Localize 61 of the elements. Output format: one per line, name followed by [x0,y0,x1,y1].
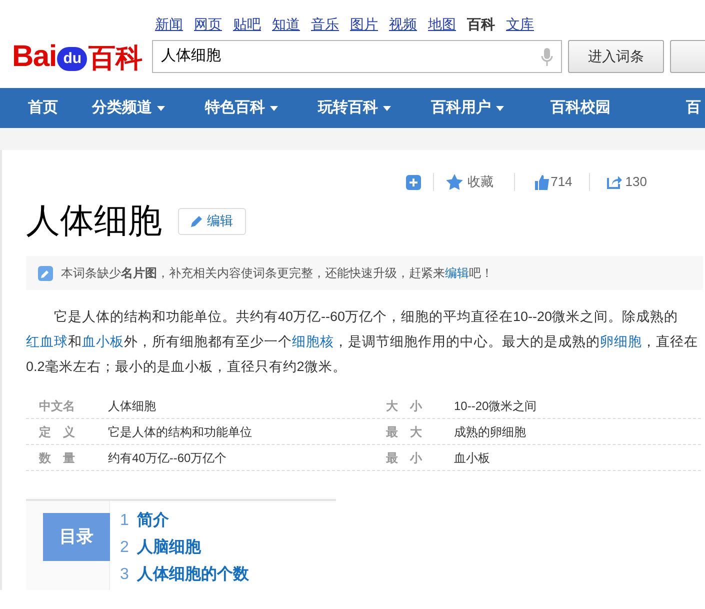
pencil-icon [38,266,53,280]
info-label: 中文名 [38,398,76,414]
top-nav-link[interactable]: 贴吧 [233,14,261,40]
top-nav-link[interactable]: 文库 [506,14,534,40]
edit-button[interactable]: 编辑 [178,208,246,234]
top-nav-link[interactable]: 网页 [194,14,222,40]
info-value: 10--20微米之间 [454,398,537,414]
toc-heading: 目录 [43,513,110,561]
logo-badge: du [57,47,88,71]
plus-icon[interactable] [406,174,421,190]
info-value: 人体细胞 [108,398,157,414]
share-count[interactable]: 130 [625,172,647,192]
article-link[interactable]: 卵细胞 [600,334,642,349]
like-count[interactable]: 714 [550,172,572,192]
toc-number: 2 [120,538,129,558]
nav-item[interactable]: 百 [686,96,701,120]
article-link[interactable]: 红血球 [26,334,68,349]
nav-item[interactable]: 首页 [28,96,58,120]
article-link[interactable]: 细胞核 [292,334,334,349]
nav-item[interactable]: 分类频道 [92,96,152,120]
article-paragraph: 它是人体的结构和功能单位。共约有40万亿--60万亿个，细胞的平均直径在10--20微米之间。除成熟的 红血球和血小板外，所有细胞都有至少一个细胞核，是调节细胞作用的中心。最大的是成熟的卵细胞，直径在0.2毫米左右；最小的是血小板，直径只有约2微米。 [26,308,699,376]
logo-text: Bai [12,42,56,72]
search-button[interactable] [670,40,705,73]
notice-text: 本词条缺少名片图，补充相关内容使词条更完整，还能快速升级，赶紧来编辑吧！ [61,265,493,282]
top-nav-link[interactable]: 图片 [350,14,378,40]
share-icon[interactable] [607,175,622,189]
top-nav-link[interactable]: 视频 [389,14,417,40]
search-button[interactable]: 进入词条 [568,40,664,73]
info-value: 约有40万亿--60万亿个 [108,450,228,466]
thumbs-up-icon[interactable] [534,174,550,190]
star-icon[interactable] [446,174,463,190]
info-value: 成熟的卵细胞 [454,424,526,440]
microphone-icon[interactable] [541,46,553,66]
toc-number: 3 [120,564,129,584]
toc-number: 1 [120,510,129,530]
info-label: 最 大 [385,424,423,440]
top-nav-link[interactable]: 新闻 [155,14,183,40]
nav-item[interactable]: 特色百科 [205,96,265,120]
info-label: 最 小 [385,450,424,466]
top-nav-link[interactable]: 音乐 [311,14,339,40]
logo-text: 百科 [88,45,142,72]
top-nav-link[interactable]: 知道 [272,14,300,40]
nav-item[interactable]: 百科校园 [550,96,610,120]
info-label: 定 义 [38,424,76,440]
info-value: 血小板 [454,450,490,466]
toc-link[interactable]: 人脑细胞 [136,536,201,560]
info-label: 数 量 [38,450,76,466]
nav-item[interactable]: 玩转百科 [318,96,378,120]
article-link[interactable]: 血小板 [82,334,124,349]
top-nav-link[interactable]: 地图 [428,14,456,40]
info-label: 大 小 [385,398,424,414]
search-field[interactable]: 人体细胞 [152,40,562,73]
collect-link[interactable]: 收藏 [468,172,494,192]
toc-link[interactable]: 简介 [136,508,169,532]
pencil-icon [191,215,203,227]
info-value: 它是人体的结构和功能单位 [108,424,253,440]
top-nav-link[interactable]: 百科 [467,14,495,40]
nav-item[interactable]: 百科用户 [431,96,491,120]
edit-link[interactable]: 编辑 [445,266,469,280]
page-title: 人体细胞 [26,204,162,238]
toc-link[interactable]: 人体细胞的个数 [136,562,249,586]
